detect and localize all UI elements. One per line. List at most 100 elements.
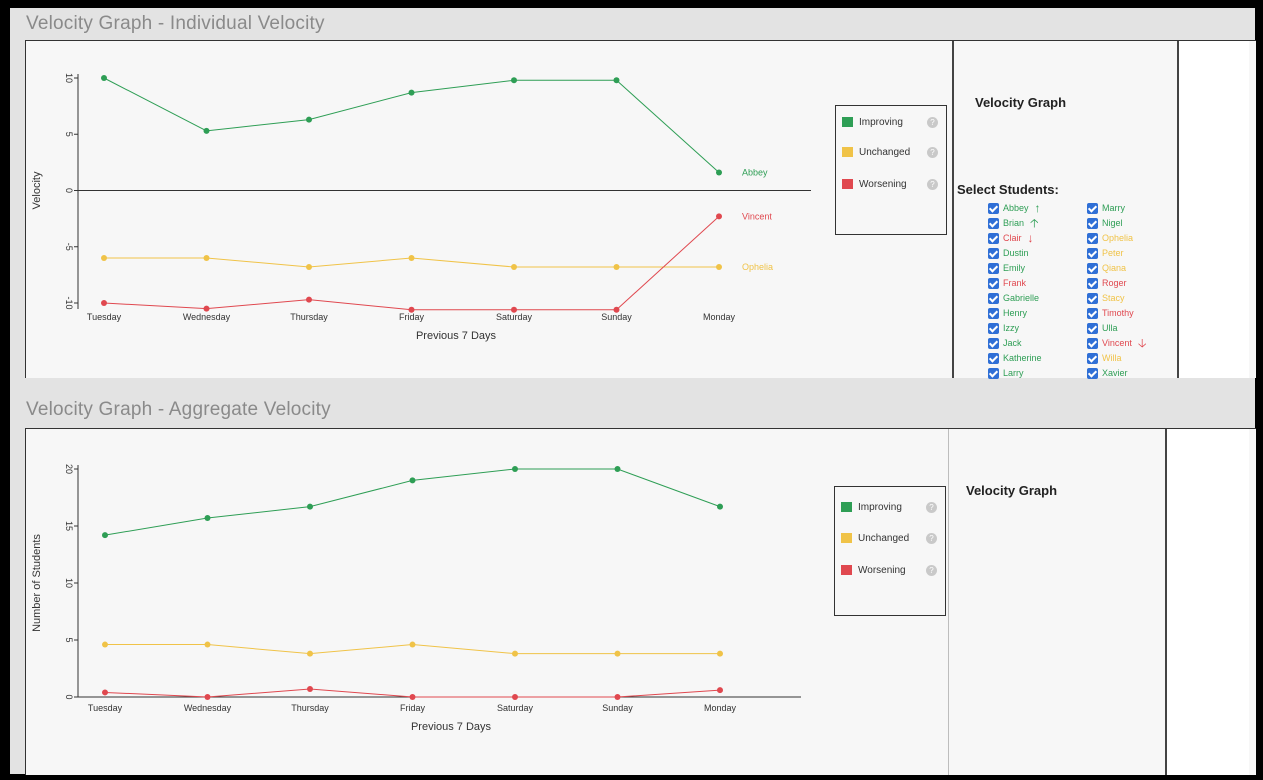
data-point-worsening <box>511 306 517 313</box>
student-checkbox-marry[interactable]: Marry <box>1087 201 1125 215</box>
student-checkbox-nigel[interactable]: Nigel <box>1087 216 1123 230</box>
checkbox-checked-icon[interactable] <box>988 262 999 274</box>
y-axis-label: Number of Students <box>31 534 43 632</box>
individual-section-title: Velocity Graph - Individual Velocity <box>26 13 325 34</box>
data-point-unchanged <box>102 641 108 648</box>
checkbox-checked-icon[interactable] <box>1087 352 1098 364</box>
unchanged-swatch <box>842 147 853 157</box>
panel-margin <box>1167 429 1249 775</box>
data-point-improving <box>203 127 210 134</box>
student-checkbox-katherine[interactable]: Katherine <box>988 351 1042 365</box>
checkbox-checked-icon[interactable] <box>988 217 999 229</box>
checkbox-checked-icon[interactable] <box>1087 247 1098 259</box>
help-icon[interactable]: ? <box>927 146 938 158</box>
student-name: Xavier <box>1102 368 1128 378</box>
select-students-label: Select Students: <box>957 182 1059 197</box>
checkbox-checked-icon[interactable] <box>1087 367 1098 379</box>
student-checkbox-abbey[interactable]: Abbey ↑ <box>988 201 1041 215</box>
checkbox-checked-icon[interactable] <box>1087 202 1098 214</box>
student-checkbox-peter[interactable]: Peter <box>1087 246 1124 260</box>
data-point-unchanged <box>204 641 211 648</box>
x-tick-label: Sunday <box>601 312 632 322</box>
student-checkbox-frank[interactable]: Frank <box>988 276 1026 290</box>
legend-item-unchanged: Unchanged ? <box>842 145 938 159</box>
help-icon[interactable]: ? <box>927 116 938 128</box>
help-icon[interactable]: ? <box>926 501 937 513</box>
student-checkbox-emily[interactable]: Emily <box>988 261 1025 275</box>
student-checkbox-larry[interactable]: Larry <box>988 366 1024 380</box>
checkbox-checked-icon[interactable] <box>988 322 999 334</box>
checkbox-checked-icon[interactable] <box>1087 277 1098 289</box>
x-tick-label: Monday <box>704 703 737 713</box>
student-checkbox-timothy[interactable]: Timothy <box>1087 306 1134 320</box>
checkbox-checked-icon[interactable] <box>1087 337 1098 349</box>
student-name: Brian <box>1003 218 1025 228</box>
student-checkbox-stacy[interactable]: Stacy <box>1087 291 1125 305</box>
x-tick-label: Tuesday <box>88 703 123 713</box>
checkbox-checked-icon[interactable] <box>1087 217 1098 229</box>
checkbox-checked-icon[interactable] <box>988 232 999 244</box>
data-point-improving <box>204 515 211 522</box>
student-checkbox-jack[interactable]: Jack <box>988 336 1022 350</box>
x-tick-label: Wednesday <box>184 703 232 713</box>
checkbox-checked-icon[interactable] <box>1087 307 1098 319</box>
data-point-unchanged <box>511 264 517 270</box>
checkbox-checked-icon[interactable] <box>988 352 999 364</box>
checkbox-checked-icon[interactable] <box>1087 232 1098 244</box>
legend-item-worsening: Worsening ? <box>842 177 938 191</box>
help-icon[interactable]: ? <box>927 178 938 190</box>
student-checkbox-vincent[interactable]: Vincent 🡣 <box>1087 336 1146 350</box>
student-checkbox-clair[interactable]: Clair ↓ <box>988 231 1034 245</box>
data-point-improving <box>613 77 620 84</box>
student-checkbox-izzy[interactable]: Izzy <box>988 321 1019 335</box>
student-checkbox-qiana[interactable]: Qiana <box>1087 261 1126 275</box>
data-point-worsening <box>716 213 722 220</box>
legend-item-improving: Improving ? <box>841 500 937 514</box>
x-tick-label: Thursday <box>291 703 329 713</box>
series-label: Vincent <box>742 211 772 221</box>
data-point-improving <box>716 169 722 176</box>
checkbox-checked-icon[interactable] <box>1087 322 1098 334</box>
series-line-worsening <box>103 216 720 311</box>
checkbox-checked-icon[interactable] <box>988 277 999 289</box>
student-checkbox-ophelia[interactable]: Ophelia <box>1087 231 1133 245</box>
y-tick-label: 0 <box>64 188 74 193</box>
legend-label: Worsening <box>858 564 906 576</box>
student-checkbox-roger[interactable]: Roger <box>1087 276 1127 290</box>
x-tick-label: Monday <box>703 312 736 322</box>
checkbox-checked-icon[interactable] <box>1087 262 1098 274</box>
checkbox-checked-icon[interactable] <box>988 337 999 349</box>
x-tick-label: Wednesday <box>183 312 231 322</box>
checkbox-checked-icon[interactable] <box>988 367 999 379</box>
student-checkbox-brian[interactable]: Brian 🡡 <box>988 216 1039 230</box>
y-tick-label: -5 <box>64 243 74 251</box>
checkbox-checked-icon[interactable] <box>1087 292 1098 304</box>
checkbox-checked-icon[interactable] <box>988 202 999 214</box>
data-point-worsening <box>512 694 518 700</box>
student-checkbox-henry[interactable]: Henry <box>988 306 1027 320</box>
data-point-unchanged <box>717 650 723 657</box>
student-checkbox-ulla[interactable]: Ulla <box>1087 321 1118 335</box>
student-checkbox-willa[interactable]: Willa <box>1087 351 1122 365</box>
student-checkbox-xavier[interactable]: Xavier <box>1087 366 1128 380</box>
student-checkbox-gabrielle[interactable]: Gabrielle <box>988 291 1039 305</box>
x-tick-label: Tuesday <box>87 312 122 322</box>
student-checkbox-dustin[interactable]: Dustin <box>988 246 1029 260</box>
data-point-unchanged <box>613 264 620 270</box>
y-tick-label: -10 <box>64 296 74 309</box>
y-tick-label: 0 <box>64 694 74 699</box>
student-name: Katherine <box>1003 353 1042 363</box>
unchanged-swatch <box>841 533 852 543</box>
help-icon[interactable]: ? <box>926 532 937 544</box>
checkbox-checked-icon[interactable] <box>988 292 999 304</box>
help-icon[interactable]: ? <box>926 564 937 576</box>
checkbox-checked-icon[interactable] <box>988 307 999 319</box>
y-tick-label: 10 <box>64 73 74 83</box>
y-tick-label: 5 <box>64 132 74 137</box>
y-tick-label: 10 <box>64 578 74 588</box>
data-point-worsening <box>203 305 210 312</box>
checkbox-checked-icon[interactable] <box>988 247 999 259</box>
student-name: Ophelia <box>1102 233 1134 243</box>
data-point-improving <box>614 466 621 472</box>
data-point-worsening <box>101 300 107 306</box>
